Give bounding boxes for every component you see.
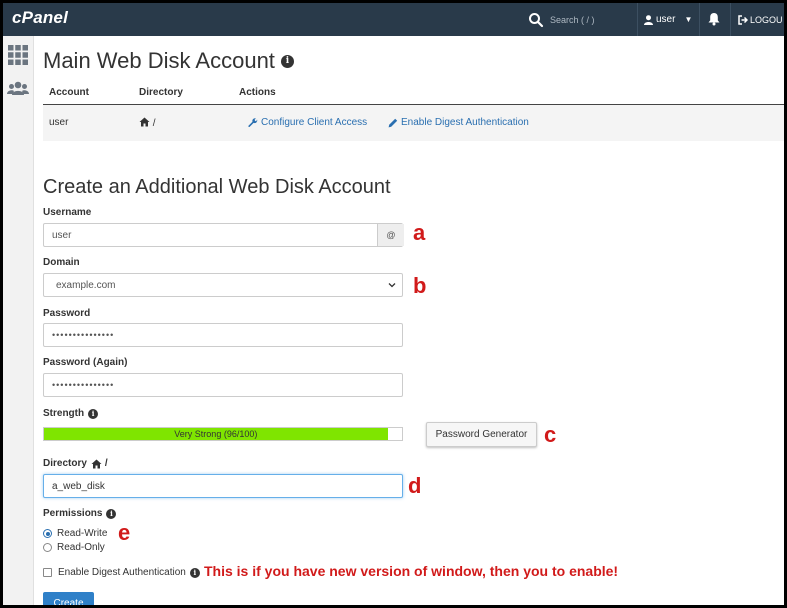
users-icon[interactable]: [7, 78, 29, 100]
logout-icon: [738, 14, 748, 25]
logout-button[interactable]: LOGOU: [738, 3, 783, 36]
column-header-directory: Directory: [139, 87, 183, 98]
strength-label-text: Strength: [43, 408, 85, 419]
info-icon[interactable]: i: [189, 567, 200, 578]
info-icon[interactable]: i: [106, 508, 117, 519]
domain-value: example.com: [56, 279, 116, 291]
username-field[interactable]: user @: [43, 223, 404, 247]
main-account-table: Account Directory Actions user / Configu…: [43, 81, 784, 141]
screenshot-frame: cPanel user ▼: [3, 3, 784, 605]
domain-label: Domain: [43, 257, 80, 268]
grid-icon[interactable]: [7, 44, 29, 66]
chevron-down-icon: [388, 283, 396, 288]
search-icon: [529, 12, 544, 27]
wrench-icon: [248, 117, 258, 127]
chevron-down-icon: ▼: [684, 15, 693, 24]
info-icon[interactable]: i: [280, 54, 294, 68]
sidebar: [3, 36, 34, 605]
divider: [730, 3, 731, 36]
radio-read-write[interactable]: [43, 529, 52, 538]
enable-digest-checkbox[interactable]: [43, 568, 52, 577]
enable-digest-authentication-link[interactable]: Enable Digest Authentication: [388, 117, 529, 128]
create-button[interactable]: Create: [43, 592, 94, 605]
username-value: user: [52, 229, 72, 241]
at-sign-addon: @: [377, 224, 404, 246]
enable-digest-label: Enable Digest Authentication: [58, 567, 186, 578]
password-label: Password: [43, 308, 91, 319]
account-cell: user: [49, 117, 69, 128]
password-generator-button[interactable]: Password Generator: [426, 422, 537, 447]
table-row: user / Configure Client Access Enable Di…: [43, 105, 784, 141]
directory-suffix: /: [104, 458, 108, 469]
logout-label: LOGOU: [750, 14, 783, 25]
strength-label: Strength i: [43, 408, 99, 419]
directory-field[interactable]: a_web_disk: [43, 474, 403, 498]
divider: [637, 3, 638, 36]
password-again-field[interactable]: •••••••••••••••: [43, 373, 403, 397]
directory-cell: /: [139, 117, 156, 129]
column-header-actions: Actions: [239, 87, 276, 98]
permissions-label-text: Permissions: [43, 508, 103, 519]
main-account-heading: Main Web Disk Account i: [43, 48, 294, 74]
annotation-c: c: [544, 422, 557, 447]
directory-label: Directory /: [43, 458, 108, 469]
info-icon[interactable]: i: [88, 408, 99, 419]
create-account-heading: Create an Additional Web Disk Account: [43, 176, 391, 198]
annotation-a: a: [413, 220, 426, 245]
annotation-e: e: [118, 520, 131, 545]
read-only-label: Read-Only: [57, 542, 105, 553]
domain-select[interactable]: example.com: [43, 273, 403, 297]
home-icon: [139, 117, 150, 127]
directory-path: /: [152, 118, 156, 129]
radio-read-only[interactable]: [43, 543, 52, 552]
annotation-b: b: [413, 273, 427, 298]
column-header-account: Account: [49, 87, 89, 98]
user-icon: [644, 14, 653, 25]
password-again-label: Password (Again): [43, 357, 128, 368]
search-box[interactable]: [528, 3, 638, 36]
username-label: Username: [43, 207, 92, 218]
configure-client-access-label: Configure Client Access: [261, 117, 368, 128]
strength-text: Very Strong (96/100): [174, 429, 258, 439]
cpanel-logo[interactable]: cPanel: [12, 8, 68, 28]
user-name: user: [656, 14, 676, 25]
enable-digest-authentication-label: Enable Digest Authentication: [401, 117, 529, 128]
password-value: •••••••••••••••: [52, 330, 115, 340]
main-account-title: Main Web Disk Account: [43, 48, 275, 73]
search-input[interactable]: [550, 14, 630, 25]
directory-value: a_web_disk: [52, 480, 105, 492]
password-again-value: •••••••••••••••: [52, 380, 115, 390]
main-content: Main Web Disk Account i Account Director…: [43, 36, 784, 605]
configure-client-access-link[interactable]: Configure Client Access: [248, 117, 367, 128]
directory-label-text: Directory: [43, 458, 87, 469]
strength-fill: Very Strong (96/100): [44, 428, 388, 440]
enable-digest-option[interactable]: Enable Digest Authentication i: [43, 567, 200, 578]
annotation-d: d: [408, 473, 422, 498]
password-field[interactable]: •••••••••••••••: [43, 323, 403, 347]
user-menu[interactable]: user ▼: [644, 3, 692, 36]
annotation-note: This is if you have new version of windo…: [204, 563, 619, 579]
home-icon: [91, 459, 102, 468]
permissions-label: Permissions i: [43, 508, 117, 519]
read-write-label: Read-Write: [57, 528, 108, 539]
table-header: Account Directory Actions: [43, 81, 784, 105]
permission-read-only-option[interactable]: Read-Only: [43, 542, 105, 553]
password-strength-meter: Very Strong (96/100): [43, 427, 403, 441]
top-navigation-bar: cPanel user ▼: [3, 3, 784, 36]
bell-icon[interactable]: [707, 12, 721, 26]
pencil-icon: [388, 118, 398, 127]
divider: [699, 3, 700, 36]
permission-read-write-option[interactable]: Read-Write: [43, 528, 107, 539]
